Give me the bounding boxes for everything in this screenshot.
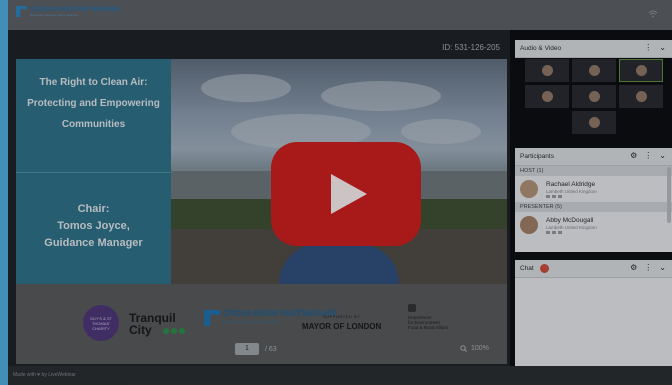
supported-by-label: SUPPORTED BY [322,314,361,319]
participant-avatar [635,91,647,102]
play-icon [331,174,367,214]
mayor-logo: SUPPORTED BY MAYOR OF LONDON [302,314,381,331]
chat-header[interactable]: Chat ⚙ ⋮ ⌄ [515,260,672,278]
brand-mark-icon [16,6,27,17]
zoom-level: 100% [471,345,489,352]
participant-avatar [588,65,600,76]
gear-icon[interactable]: ⚙ [630,151,637,160]
participant-location: Lambeth United Kingdom [546,189,597,194]
wifi-icon[interactable] [648,10,658,18]
webinar-app: CROSS RIVER PARTNERSHIP Delivering Londo… [0,0,672,385]
participant-avatar [588,117,600,128]
avatar [520,180,538,198]
audio-video-panel: Audio & Video ⋮ ⌄ [515,40,672,58]
slide-title-line-3: Communities [61,119,126,130]
participant-avatar [541,65,553,76]
brand-name: CROSS RIVER PARTNERSHIP [30,6,121,13]
mayor-of-london-label: MAYOR OF LONDON [302,322,382,331]
crp-mark-icon [204,310,220,326]
page-number-input[interactable] [235,343,259,355]
chevron-down-icon[interactable]: ⌄ [659,151,666,160]
participant-status-icons [546,195,562,198]
defra-line-3: Food & Rural Affairs [408,325,449,330]
guys-charity-logo: GUY'S & ST THOMAS' CHARITY [83,305,119,341]
play-button[interactable] [271,142,421,246]
brand-tagline: Delivering London's Future Together [30,12,79,17]
participant-item[interactable]: Rachael Aldridge Lambeth United Kingdom [515,176,672,202]
sidebar: Audio & Video ⋮ ⌄ Participants ⚙ ⋮ ⌄ HOS… [510,30,672,366]
more-icon[interactable]: ⋮ [644,263,652,272]
participants-panel: Participants ⚙ ⋮ ⌄ HOST (1) Rachael Aldr… [515,148,672,252]
slide-title-box: The Right to Clean Air: Protecting and E… [16,59,171,172]
page-total: / 63 [265,345,277,353]
chat-title: Chat [520,265,534,272]
participants-title: Participants [520,153,554,160]
zoom-control[interactable]: 100% [460,345,489,352]
participant-status-icons [546,231,562,234]
video-tile[interactable] [572,59,616,82]
meeting-id-bar: ID: 531-126-205 [8,40,510,56]
left-accent-bar [0,0,8,385]
participant-location: Lambeth United Kingdom [546,225,597,230]
video-tile[interactable] [525,85,569,108]
participant-item[interactable]: Abby McDougall Lambeth United Kingdom [515,212,672,238]
participant-avatar [541,91,553,102]
video-grid [525,59,663,134]
chevron-down-icon[interactable]: ⌄ [659,43,666,52]
participants-scrollbar[interactable] [667,167,671,223]
video-tile-active[interactable] [619,59,663,82]
chair-name: Tomos Joyce, [57,220,130,232]
video-tile[interactable] [525,59,569,82]
gear-icon[interactable]: ⚙ [630,263,637,272]
more-icon[interactable]: ⋮ [644,151,652,160]
video-tile[interactable] [572,111,616,134]
more-icon[interactable]: ⋮ [644,43,652,52]
slide-pager: / 63 [235,343,277,355]
tranquil-dots-icon [163,328,185,334]
crest-icon [408,304,416,312]
slide-title-line-1: The Right to Clean Air: [39,77,148,88]
top-bar: CROSS RIVER PARTNERSHIP Delivering Londo… [8,0,672,30]
participant-name: Abby McDougall [546,217,594,224]
avatar [520,216,538,234]
participant-avatar [588,91,600,102]
slide-title-line-2: Protecting and Empowering [27,98,160,109]
audio-video-header[interactable]: Audio & Video ⋮ ⌄ [515,40,672,58]
defra-logo: Department for Environment Food & Rural … [408,304,468,330]
meeting-id: ID: 531-126-205 [442,43,500,52]
slide-chair-box: Chair: Tomos Joyce, Guidance Manager [16,172,171,284]
brand-logo[interactable]: CROSS RIVER PARTNERSHIP Delivering Londo… [16,6,120,17]
participant-name: Rachael Aldridge [546,181,596,188]
zoom-icon [460,345,467,352]
presentation-stage: ID: 531-126-205 The Right to Clean Air: … [8,30,510,366]
video-tile[interactable] [572,85,616,108]
footer-bar: Made with ♥ by LiveWebinar [8,366,672,385]
presenter-section-label: PRESENTER (5) [515,202,672,212]
chat-panel: Chat ⚙ ⋮ ⌄ [515,260,672,366]
video-tile[interactable] [619,85,663,108]
audio-video-title: Audio & Video [520,45,562,52]
chair-label: Chair: [77,203,110,215]
chevron-down-icon[interactable]: ⌄ [659,263,666,272]
host-section-label: HOST (1) [515,166,672,176]
participants-header[interactable]: Participants ⚙ ⋮ ⌄ [515,148,672,166]
presentation-slide: The Right to Clean Air: Protecting and E… [16,59,507,364]
chat-avatar [540,264,549,273]
footer-credit[interactable]: Made with ♥ by LiveWebinar [13,372,76,378]
participant-avatar [635,65,647,76]
chair-role: Guidance Manager [44,237,143,249]
